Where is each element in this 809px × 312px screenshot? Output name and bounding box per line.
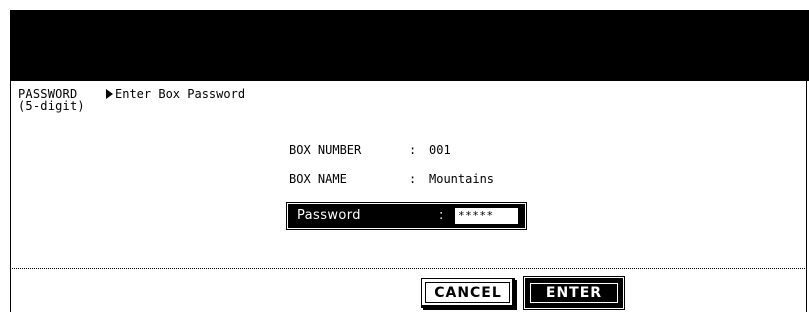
box-number-separator: : xyxy=(409,143,417,157)
instruction: Enter Box Password xyxy=(106,88,245,100)
box-number-label: BOX NUMBER xyxy=(289,143,362,157)
box-name-value: Mountains xyxy=(429,172,495,186)
cancel-button-label: CANCEL xyxy=(434,285,502,301)
mode-label-line2: (5-digit) xyxy=(18,99,85,113)
box-number-value: 001 xyxy=(429,143,451,157)
box-number-row: BOX NUMBER:001 xyxy=(289,143,451,157)
enter-button[interactable]: ENTER xyxy=(523,276,625,310)
screen-frame xyxy=(10,81,807,312)
password-label: Password xyxy=(297,208,361,223)
box-name-separator: : xyxy=(409,172,417,186)
divider xyxy=(10,268,807,269)
enter-button-label: ENTER xyxy=(545,285,603,301)
password-separator: : xyxy=(439,208,444,223)
password-input[interactable]: ***** xyxy=(455,208,518,224)
header-bar xyxy=(10,10,809,81)
play-arrow-icon xyxy=(106,89,113,99)
instruction-text: Enter Box Password xyxy=(115,87,246,101)
mode-label: PASSWORD (5-digit) xyxy=(18,88,85,112)
box-name-row: BOX NAME: Mountains xyxy=(289,172,494,186)
password-field[interactable]: Password : ***** xyxy=(286,202,527,230)
cancel-button[interactable]: CANCEL xyxy=(421,278,515,308)
box-name-label: BOX NAME xyxy=(289,172,347,186)
